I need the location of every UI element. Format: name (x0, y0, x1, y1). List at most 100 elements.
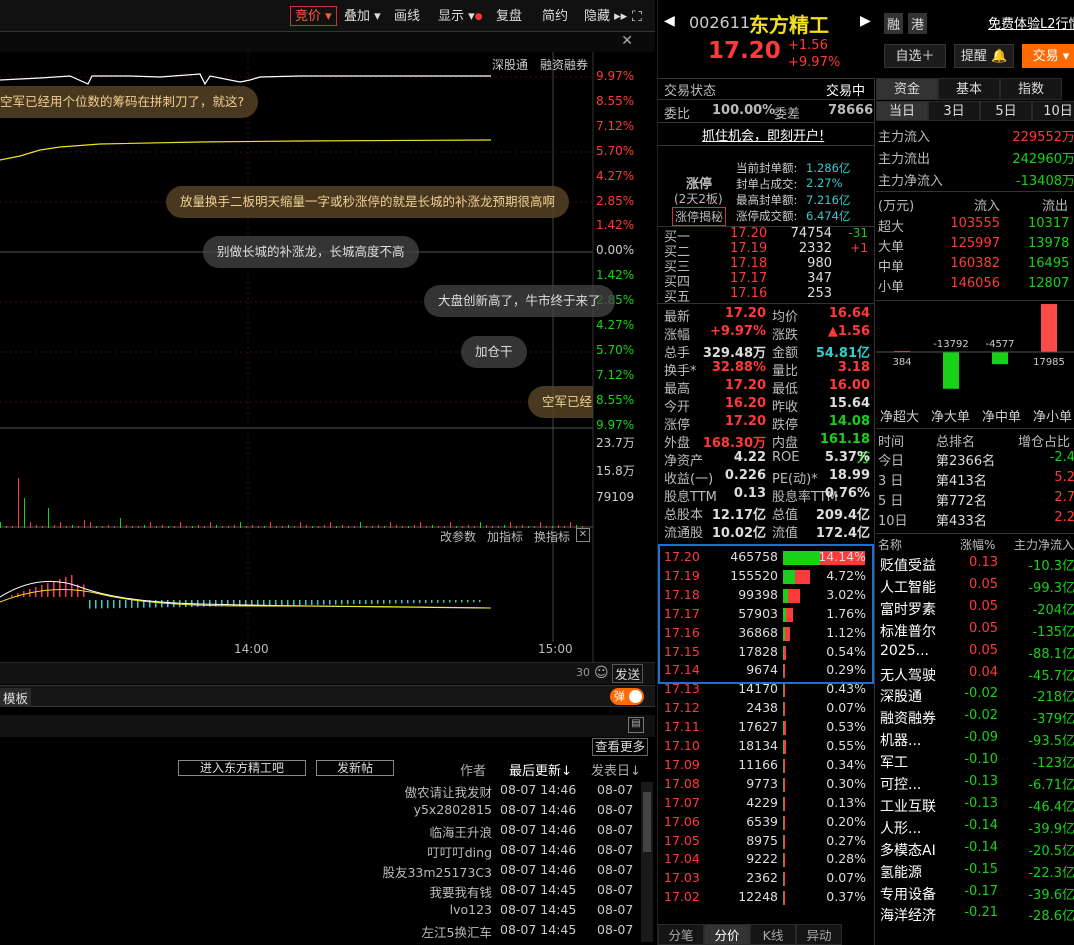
next-stock-icon[interactable]: ▶ (860, 13, 871, 29)
sector-name[interactable]: 专用设备 (880, 884, 936, 904)
sector-name[interactable]: 人工智能 (880, 577, 936, 597)
day-tab[interactable]: 当日 (876, 101, 928, 121)
forum-author[interactable]: lvo123 (450, 902, 492, 917)
price-line (0, 73, 491, 86)
stat-value: 10.02亿 (711, 526, 766, 541)
promo-link[interactable]: 免费体验L2行情 (988, 13, 1074, 32)
danmu-bubble: 别做长城的补涨龙，长城高度不高 (203, 236, 419, 268)
sector-pct: 0.13 (969, 555, 998, 570)
sector-name[interactable]: 人形... (880, 818, 921, 838)
day-tab[interactable]: 10日 (1032, 101, 1074, 121)
tab-2[interactable]: K线 (750, 924, 796, 945)
sector-name[interactable]: 贬值受益 (880, 555, 936, 575)
danmu-input-bar[interactable]: 30 ☺ 发送 (0, 662, 655, 684)
auction-button[interactable]: 竞价 ▾ (290, 6, 337, 26)
emoji-icon[interactable]: ☺ (594, 665, 609, 681)
trade-button[interactable]: 交易 ▾ (1022, 44, 1074, 68)
dist-volume: 18134 (738, 738, 778, 753)
volume-bar (222, 526, 223, 528)
forum-author[interactable]: 叮叮叮ding (427, 842, 492, 861)
forum-author[interactable]: y5x2802815 (414, 802, 492, 817)
macd-bar (431, 600, 433, 603)
volume-bar (384, 526, 385, 528)
new-post-button[interactable]: 发新帖 (316, 760, 394, 776)
close-icon[interactable]: ✕ (621, 33, 633, 49)
quote-panel: ◀ 002611 东方精工 ▶ 融 港 免费体验L2行情 17.20 +1.56… (657, 0, 1074, 945)
prev-stock-icon[interactable]: ◀ (664, 13, 675, 29)
sector-name[interactable]: 海洋经济 (880, 905, 936, 925)
pct-label: 9.97% (596, 417, 635, 432)
switch-indicator-button[interactable]: 换指标 (534, 528, 570, 545)
macd-bar (395, 600, 397, 604)
fund-unit: (万元) (878, 199, 915, 214)
hide-button[interactable]: 隐藏 ▸▸ (580, 7, 631, 27)
macd-bar (125, 600, 127, 608)
sector-name[interactable]: 军工 (880, 752, 908, 772)
sector-name[interactable]: 2025... (880, 643, 929, 659)
add-watchlist-button[interactable]: 自选＋ (884, 44, 946, 68)
rank-value: 第2366名 (936, 454, 996, 469)
sector-name[interactable]: 标准普尔 (880, 621, 936, 641)
alert-button[interactable]: 提醒 🔔 (954, 44, 1014, 68)
window-icon[interactable]: ▤ (628, 717, 644, 733)
danmu-toggle[interactable]: 弹 (610, 688, 644, 705)
forum-author[interactable]: 左江5换汇车 (422, 922, 492, 941)
tab-3[interactable]: 异动 (796, 924, 842, 945)
volume-bar (342, 525, 343, 528)
macd-bar (359, 600, 361, 605)
forum-post-date: 08-07 (597, 842, 634, 857)
forum-scrollbar[interactable] (641, 782, 653, 942)
change-params-button[interactable]: 改参数 (440, 528, 476, 545)
sector-name[interactable]: 无人驾驶 (880, 665, 936, 685)
dist-volume: 9773 (746, 775, 778, 791)
col-post-date[interactable]: 发表日↓ (591, 760, 641, 779)
bid-change: +1 (850, 241, 868, 255)
volume-bar (306, 525, 307, 528)
volume-bar (210, 522, 211, 528)
add-indicator-button[interactable]: 加指标 (487, 528, 523, 545)
forum-author[interactable]: 傲农请让我发财 (404, 782, 492, 801)
sector-name[interactable]: 多模态AI (880, 840, 936, 860)
volume-bar (108, 525, 109, 528)
col-last-update[interactable]: 最后更新↓ (509, 760, 572, 779)
limit-up-link[interactable]: 涨停揭秘 (672, 207, 727, 226)
dist-bar (783, 796, 785, 811)
day-tab[interactable]: 3日 (928, 101, 980, 121)
replay-button[interactable]: 复盘 (492, 7, 526, 27)
macd-bar (347, 600, 349, 605)
template-button[interactable]: 模板 (0, 688, 32, 707)
see-more-button[interactable]: 查看更多 (592, 738, 649, 756)
sector-name[interactable]: 工业互联 (880, 796, 936, 816)
sector-name[interactable]: 融资融券 (880, 708, 936, 728)
forum-author[interactable]: 我要我有钱 (429, 882, 492, 901)
fund-tab[interactable]: 指数 (1000, 78, 1062, 100)
stock-name: 东方精工 (749, 13, 829, 37)
simple-button[interactable]: 简约 (538, 7, 572, 27)
dist-volume: 2362 (746, 870, 778, 886)
draw-line-button[interactable]: 画线 (390, 7, 424, 27)
sector-name[interactable]: 可控... (880, 774, 921, 794)
sector-name[interactable]: 富时罗素 (880, 599, 936, 619)
col-author[interactable]: 作者 (460, 760, 486, 779)
tab-0[interactable]: 分笔 (658, 924, 704, 945)
intraday-chart[interactable]: 深股通 融资融券 9.97% 8.55% 7.12% 5.70% 4.27% 2.85% 1… (0, 52, 655, 667)
fund-tab[interactable]: 资金 (876, 78, 938, 100)
send-button[interactable]: 发送 (612, 664, 643, 683)
forum-author[interactable]: 临海王升浪 (429, 822, 492, 841)
fullscreen-icon[interactable]: ⛶ (628, 7, 646, 27)
sector-name[interactable]: 深股通 (880, 686, 922, 706)
day-tab[interactable]: 5日 (980, 101, 1032, 121)
sector-name[interactable]: 机器... (880, 730, 921, 750)
tab-1[interactable]: 分价 (704, 924, 750, 945)
pct-label: 8.55% (596, 392, 635, 407)
forum-author[interactable]: 股友33m25173C3 (382, 862, 492, 881)
open-account-banner[interactable]: 抓住机会，即刻开户! (702, 125, 824, 144)
overlay-button[interactable]: 叠加 ▾ (340, 7, 385, 27)
display-button[interactable]: 显示 ▾● (434, 7, 487, 27)
close-indicator-icon[interactable]: ✕ (576, 528, 590, 542)
fund-tab[interactable]: 基本 (938, 78, 1000, 100)
enter-forum-button[interactable]: 进入东方精工吧 (178, 760, 306, 776)
pct-label: 7.12% (596, 118, 635, 133)
sector-name[interactable]: 氢能源 (880, 862, 922, 882)
net-bar (943, 352, 959, 389)
